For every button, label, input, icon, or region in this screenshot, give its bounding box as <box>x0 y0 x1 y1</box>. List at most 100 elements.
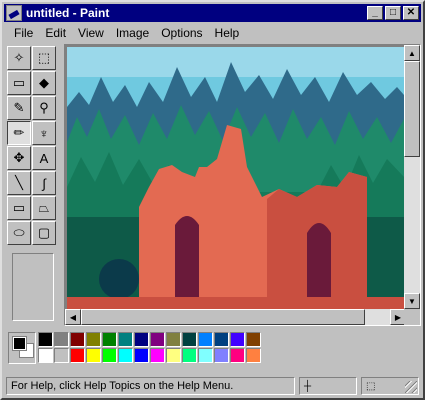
window-title: untitled - Paint <box>26 6 110 20</box>
toolbox: ✧ ⬚ ▭ ◆ ✎ ⚲ ✏ ♆ ✥ A ╲ ∫ ▭ ⏢ ⬭ ▢ <box>6 44 60 321</box>
vertical-scrollbar[interactable]: ▲ ▼ <box>404 45 420 309</box>
pick-color-icon: ✎ <box>13 100 25 115</box>
eraser-icon: ▭ <box>12 75 26 90</box>
canvas-area: ▲ ▼ ◀ ▶ <box>64 44 421 326</box>
menu-options[interactable]: Options <box>155 26 208 40</box>
scroll-down-button[interactable]: ▼ <box>404 293 420 309</box>
color-swatch[interactable] <box>134 332 149 347</box>
color-swatch[interactable] <box>150 348 165 363</box>
color-palette <box>6 330 421 370</box>
scroll-left-button[interactable]: ◀ <box>65 309 81 325</box>
color-swatch[interactable] <box>198 348 213 363</box>
close-button[interactable]: ✕ <box>403 6 419 20</box>
text-tool[interactable]: A <box>32 146 56 170</box>
ellipse-tool[interactable]: ⬭ <box>7 221 31 245</box>
menu-help[interactable]: Help <box>209 26 246 40</box>
drawing-canvas[interactable] <box>67 47 404 309</box>
select-tool[interactable]: ⬚ <box>32 46 56 70</box>
text-icon: A <box>39 150 49 166</box>
menu-file[interactable]: File <box>8 26 39 40</box>
free-form-select-icon: ✧ <box>13 50 25 65</box>
color-swatch[interactable] <box>38 348 53 363</box>
rectangle-icon: ▭ <box>12 200 26 215</box>
pixel-art-image <box>67 47 404 309</box>
foreground-color-swatch[interactable] <box>12 336 27 351</box>
free-form-select-tool[interactable]: ✧ <box>7 46 31 70</box>
polygon-tool[interactable]: ⏢ <box>32 196 56 220</box>
vertical-scroll-thumb[interactable] <box>404 61 420 157</box>
menu-edit[interactable]: Edit <box>39 26 72 40</box>
resize-grip-icon[interactable] <box>405 381 417 393</box>
color-swatch[interactable] <box>214 348 229 363</box>
color-swatch[interactable] <box>230 348 245 363</box>
ground-bricks <box>67 297 404 309</box>
title-bar[interactable]: untitled - Paint _ □ ✕ <box>4 4 421 22</box>
maximize-button[interactable]: □ <box>385 6 401 20</box>
color-swatch[interactable] <box>118 348 133 363</box>
line-tool[interactable]: ╲ <box>7 171 31 195</box>
color-swatch[interactable] <box>166 332 181 347</box>
swatch-grid <box>38 332 261 363</box>
rounded-rectangle-icon: ▢ <box>37 225 51 240</box>
eraser-tool[interactable]: ▭ <box>7 71 31 95</box>
color-swatch[interactable] <box>86 332 101 347</box>
color-swatch[interactable] <box>198 332 213 347</box>
color-swatch[interactable] <box>102 332 117 347</box>
color-swatch[interactable] <box>54 332 69 347</box>
horizontal-scrollbar[interactable]: ◀ ▶ <box>65 309 406 325</box>
minimize-button[interactable]: _ <box>367 6 383 20</box>
scroll-up-button[interactable]: ▲ <box>404 45 420 61</box>
color-swatch[interactable] <box>102 348 117 363</box>
tool-options-panel[interactable] <box>12 253 54 321</box>
color-swatch[interactable] <box>54 348 69 363</box>
tool-grid: ✧ ⬚ ▭ ◆ ✎ ⚲ ✏ ♆ ✥ A ╲ ∫ ▭ ⏢ ⬭ ▢ <box>6 44 60 247</box>
menu-view[interactable]: View <box>72 26 110 40</box>
arch-right <box>307 223 331 305</box>
arch-left <box>175 216 199 305</box>
status-bar: For Help, click Help Topics on the Help … <box>4 376 421 396</box>
pencil-tool[interactable]: ✏ <box>7 121 31 145</box>
bush <box>99 259 139 299</box>
pick-color-tool[interactable]: ✎ <box>7 96 31 120</box>
color-swatch[interactable] <box>134 348 149 363</box>
magnifier-icon: ⚲ <box>39 100 49 115</box>
fill-with-color-tool[interactable]: ◆ <box>32 71 56 95</box>
color-swatch[interactable] <box>166 348 181 363</box>
curve-tool[interactable]: ∫ <box>32 171 56 195</box>
airbrush-icon: ✥ <box>13 150 25 165</box>
rounded-rectangle-tool[interactable]: ▢ <box>32 221 56 245</box>
color-swatch[interactable] <box>182 332 197 347</box>
fill-with-color-icon: ◆ <box>39 75 49 90</box>
horizontal-scroll-thumb[interactable] <box>81 309 365 325</box>
brush-tool[interactable]: ♆ <box>32 121 56 145</box>
color-swatch[interactable] <box>70 348 85 363</box>
color-swatch[interactable] <box>214 332 229 347</box>
brush-icon: ♆ <box>39 125 49 141</box>
menu-bar: File Edit View Image Options Help <box>4 24 421 42</box>
color-swatch[interactable] <box>230 332 245 347</box>
color-swatch[interactable] <box>246 348 261 363</box>
polygon-icon: ⏢ <box>38 200 50 215</box>
selection-size-icon: ⬚ <box>366 381 376 392</box>
menu-image[interactable]: Image <box>110 26 155 40</box>
color-swatch[interactable] <box>70 332 85 347</box>
scroll-corner <box>404 309 420 325</box>
line-icon: ╲ <box>15 175 23 190</box>
color-swatch[interactable] <box>182 348 197 363</box>
color-swatch[interactable] <box>150 332 165 347</box>
crosshair-icon: ┼ <box>304 381 312 392</box>
paint-app-icon[interactable] <box>6 5 22 21</box>
pencil-icon: ✏ <box>13 125 25 140</box>
curve-icon: ∫ <box>42 175 46 191</box>
cursor-position-pane: ┼ <box>299 377 357 395</box>
color-swatch[interactable] <box>86 348 101 363</box>
selection-size-pane: ⬚ <box>361 377 419 395</box>
color-swatch[interactable] <box>246 332 261 347</box>
status-help-text: For Help, click Help Topics on the Help … <box>6 377 295 395</box>
color-swatch[interactable] <box>118 332 133 347</box>
rectangle-tool[interactable]: ▭ <box>7 196 31 220</box>
airbrush-tool[interactable]: ✥ <box>7 146 31 170</box>
select-icon: ⬚ <box>37 50 51 65</box>
color-swatch[interactable] <box>38 332 53 347</box>
magnifier-tool[interactable]: ⚲ <box>32 96 56 120</box>
